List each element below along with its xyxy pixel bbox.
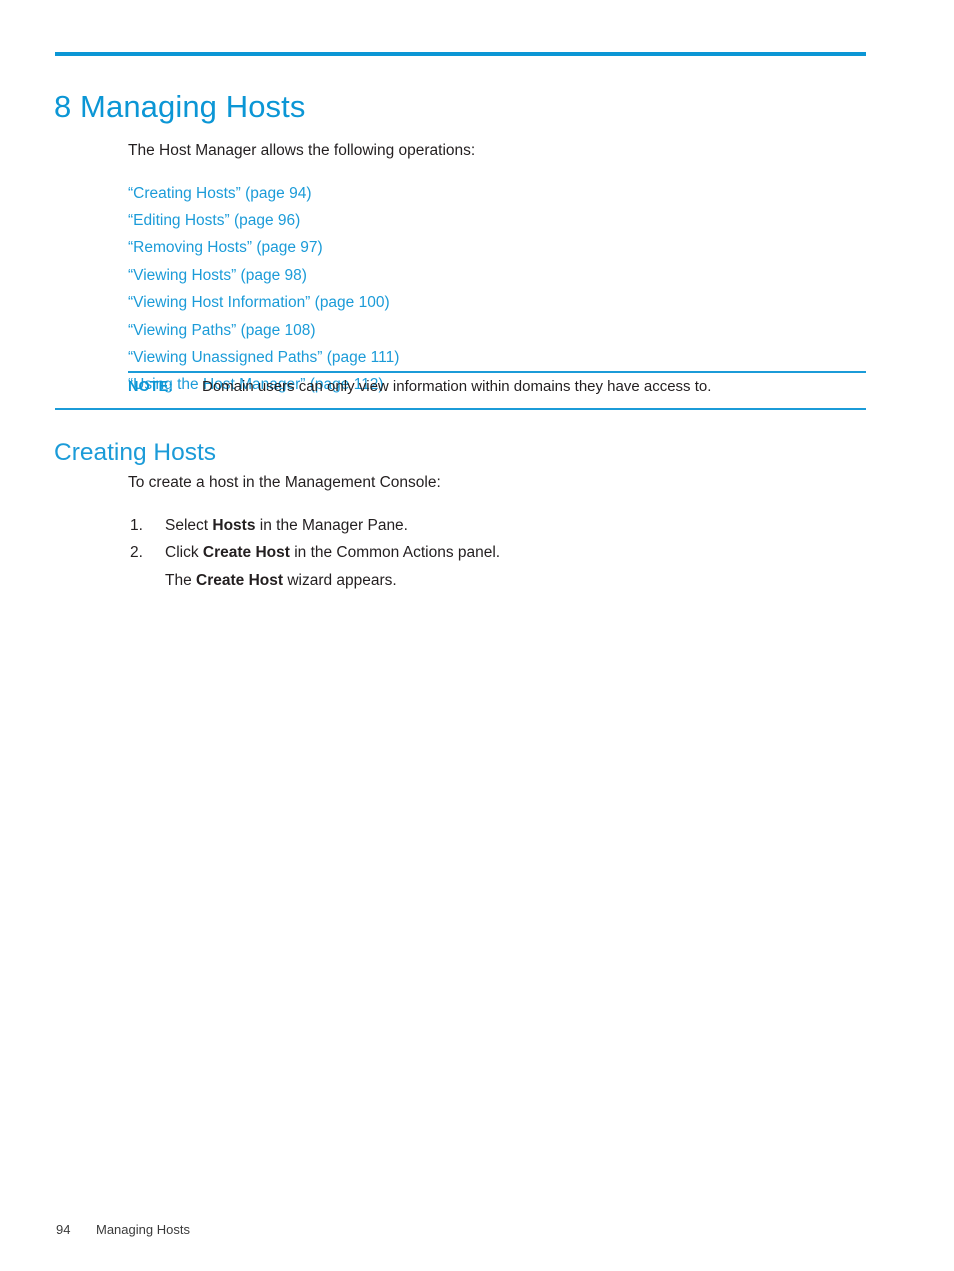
list-item: “Creating Hosts” (page 94) [128, 180, 868, 207]
list-item: 1. Select Hosts in the Manager Pane. [128, 512, 868, 540]
note-callout: NOTE: Domain users can only view informat… [55, 371, 866, 410]
footer-chapter-name: Managing Hosts [96, 1222, 190, 1237]
cross-reference-link-viewing-unassigned-paths[interactable]: “Viewing Unassigned Paths” (page 111) [128, 349, 399, 366]
step-text: Select Hosts in the Manager Pane. [165, 516, 408, 534]
step-number: 1. [130, 516, 143, 534]
list-item: 2. Click Create Host in the Common Actio… [128, 539, 868, 594]
procedure-step-list: 1. Select Hosts in the Manager Pane. 2. … [128, 512, 868, 595]
cross-reference-link-viewing-host-information[interactable]: “Viewing Host Information” (page 100) [128, 294, 390, 311]
procedure-section: To create a host in the Management Conso… [128, 453, 868, 594]
cross-reference-link-creating-hosts[interactable]: “Creating Hosts” (page 94) [128, 185, 312, 202]
step-text: Click Create Host in the Common Actions … [165, 544, 501, 561]
list-item: “Viewing Host Information” (page 100) [128, 289, 868, 316]
document-page: 8 Managing Hosts The Host Manager allows… [0, 0, 954, 1271]
list-item: “Viewing Paths” (page 108) [128, 317, 868, 344]
cross-reference-link-viewing-paths[interactable]: “Viewing Paths” (page 108) [128, 322, 316, 339]
chapter-top-rule [55, 52, 866, 56]
note-label: NOTE: [128, 379, 174, 395]
cross-reference-link-editing-hosts[interactable]: “Editing Hosts” (page 96) [128, 212, 300, 229]
intro-section: The Host Manager allows the following op… [128, 121, 868, 399]
note-bottom-rule [55, 408, 866, 410]
cross-reference-link-viewing-hosts[interactable]: “Viewing Hosts” (page 98) [128, 267, 307, 284]
step-number: 2. [130, 544, 143, 561]
note-text: Domain users can only view information w… [202, 378, 712, 395]
list-item: “Viewing Unassigned Paths” (page 111) [128, 344, 868, 371]
cross-reference-list: “Creating Hosts” (page 94) “Editing Host… [128, 180, 868, 399]
cross-reference-link-removing-hosts[interactable]: “Removing Hosts” (page 97) [128, 239, 323, 256]
list-item: “Viewing Hosts” (page 98) [128, 262, 868, 289]
procedure-intro: To create a host in the Management Conso… [128, 473, 441, 491]
intro-paragraph: The Host Manager allows the following op… [128, 141, 476, 159]
note-row: NOTE: Domain users can only view informat… [128, 371, 866, 403]
step-result-text: The Create Host wizard appears. [165, 571, 397, 589]
footer-page-number: 94 [56, 1222, 71, 1237]
list-item: “Editing Hosts” (page 96) [128, 207, 868, 234]
list-item: “Removing Hosts” (page 97) [128, 234, 868, 261]
page-footer: 94 Managing Hosts [56, 1222, 190, 1237]
